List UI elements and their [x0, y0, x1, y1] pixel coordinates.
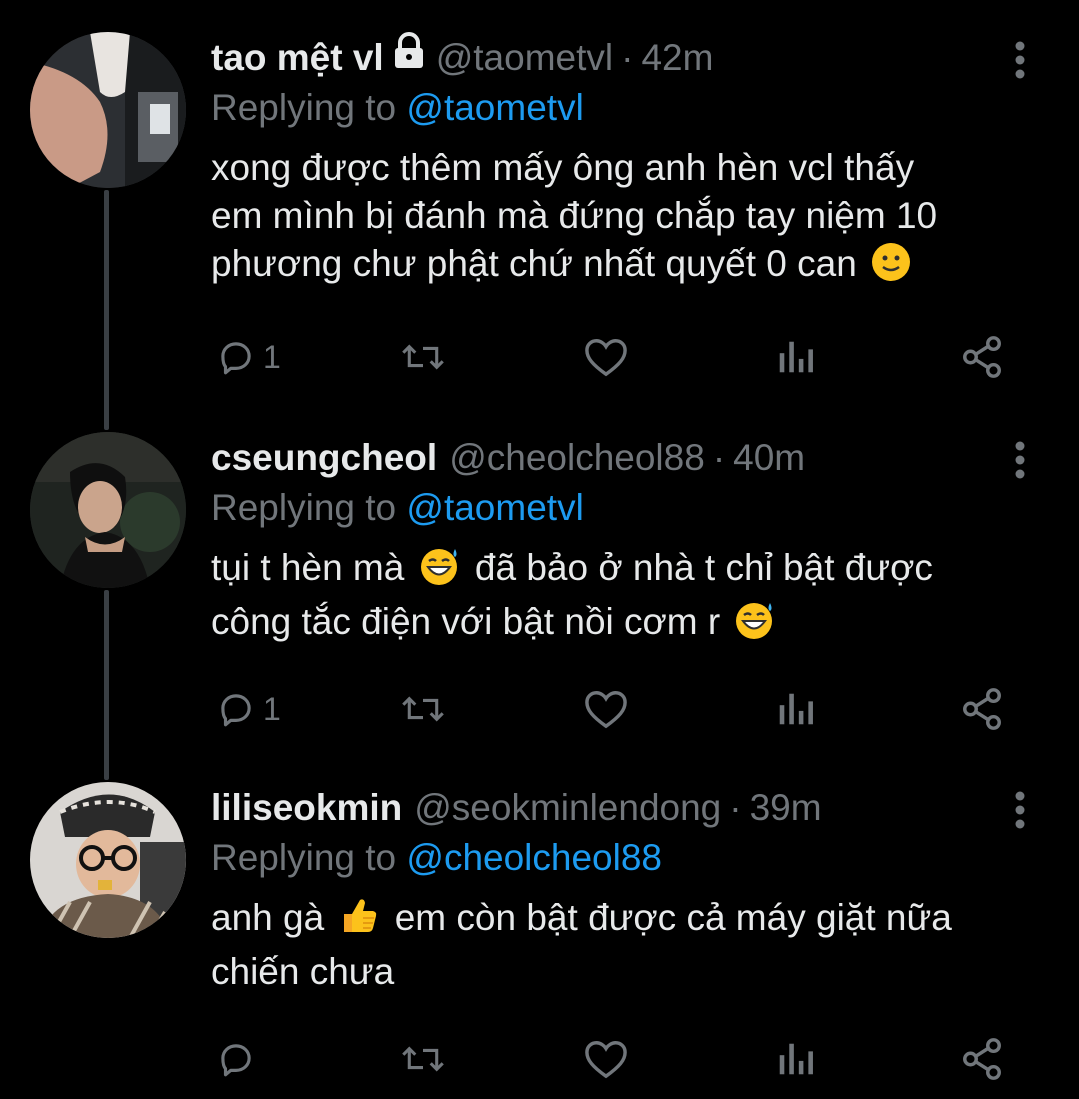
- tweet-text: anh gà em còn bật được cả máy giặt nữa c…: [211, 894, 1019, 996]
- like-icon: [583, 1038, 629, 1080]
- tweet-text-line: công tắc điện với bật nồi cơm r: [211, 601, 721, 642]
- timestamp[interactable]: 39m: [750, 782, 822, 834]
- tweet-text-line: em mình bị đánh mà đứng chắp tay niệm 10: [211, 195, 938, 236]
- tweet-text-line: chiến chưa: [211, 951, 395, 992]
- separator: ·: [712, 437, 726, 478]
- avatar[interactable]: [30, 32, 186, 188]
- reply-button[interactable]: 1: [215, 332, 281, 382]
- like-button[interactable]: [583, 684, 629, 734]
- thumbs-up-emoji: [338, 894, 380, 948]
- grinning-sweat-emoji: [419, 546, 461, 598]
- avatar-photo-arm: [30, 32, 186, 188]
- retweet-icon: [399, 688, 447, 730]
- views-button[interactable]: [775, 684, 815, 734]
- retweet-button[interactable]: [399, 332, 447, 382]
- share-icon: [959, 334, 1005, 380]
- tweet-text-segment: em còn bật được cả máy giặt nữa: [394, 897, 952, 938]
- slightly-smiling-face-emoji: [871, 242, 911, 294]
- reply-count: 1: [263, 690, 281, 727]
- retweet-button[interactable]: [399, 1034, 447, 1084]
- views-icon: [775, 1038, 815, 1080]
- separator: ·: [621, 37, 634, 78]
- more-icon[interactable]: [1005, 440, 1035, 480]
- handle[interactable]: @cheolcheol88: [449, 432, 705, 484]
- share-icon: [959, 686, 1005, 732]
- display-name[interactable]: tao mệt vl: [211, 32, 384, 84]
- separator: ·: [729, 787, 742, 828]
- avatar[interactable]: [30, 782, 186, 938]
- reply-icon: [215, 688, 257, 730]
- avatar[interactable]: [30, 432, 186, 588]
- like-button[interactable]: [583, 332, 629, 382]
- reply-button[interactable]: [215, 1034, 263, 1084]
- like-icon: [583, 688, 629, 730]
- handle[interactable]: @taometvl: [436, 32, 613, 84]
- display-name[interactable]: liliseokmin: [211, 782, 402, 834]
- reply-icon: [215, 1038, 257, 1080]
- retweet-button[interactable]: [399, 684, 447, 734]
- timestamp[interactable]: 40m: [733, 432, 805, 484]
- share-button[interactable]: [959, 684, 1005, 734]
- like-button[interactable]: [583, 1034, 629, 1084]
- views-button[interactable]: [775, 1034, 815, 1084]
- replying-to: Replying to @taometvl: [211, 84, 1019, 132]
- mention-link[interactable]: @taometvl: [406, 87, 583, 128]
- tweet-text-line: phương chư phật chứ nhất quyết 0 can: [211, 243, 857, 284]
- tweet-actions: 1: [211, 332, 1031, 382]
- avatar-photo-man-night: [30, 432, 186, 588]
- views-icon: [775, 688, 815, 730]
- replying-label: Replying to: [211, 487, 397, 528]
- more-icon[interactable]: [1005, 40, 1035, 80]
- share-icon: [959, 1036, 1005, 1082]
- share-button[interactable]: [959, 332, 1005, 382]
- lock-icon: [392, 32, 426, 84]
- tweet-text-segment: anh gà: [211, 897, 325, 938]
- replying-to: Replying to @cheolcheol88: [211, 834, 1019, 882]
- display-name[interactable]: cseungcheol: [211, 432, 437, 484]
- tweet-header: liliseokmin @seokminlendong · 39m: [211, 782, 1019, 834]
- retweet-icon: [399, 336, 447, 378]
- tweet-header: cseungcheol @cheolcheol88 · 40m: [211, 432, 1019, 484]
- tweet-header: tao mệt vl @taometvl · 42m: [211, 32, 1019, 84]
- reply-button[interactable]: 1: [215, 684, 281, 734]
- mention-link[interactable]: @taometvl: [406, 487, 583, 528]
- replying-label: Replying to: [211, 87, 397, 128]
- replying-label: Replying to: [211, 837, 397, 878]
- tweet-text-segment: đã bảo ở nhà t chỉ bật được: [474, 547, 933, 588]
- avatar-photo-glasses-hat: [30, 782, 186, 938]
- tweet-actions: 1: [211, 684, 1031, 734]
- reply-icon: [215, 336, 257, 378]
- views-button[interactable]: [775, 332, 815, 382]
- mention-link[interactable]: @cheolcheol88: [406, 837, 662, 878]
- replying-to: Replying to @taometvl: [211, 484, 1019, 532]
- views-icon: [775, 336, 815, 378]
- grinning-sweat-emoji: [734, 600, 776, 652]
- reply-count: 1: [263, 338, 281, 375]
- handle[interactable]: @seokminlendong: [414, 782, 721, 834]
- tweet-actions: [211, 1034, 1031, 1084]
- tweet-text: xong được thêm mấy ông anh hèn vcl thấy …: [211, 144, 1019, 294]
- tweet[interactable]: liliseokmin @seokminlendong · 39m Replyi…: [0, 782, 1079, 1042]
- share-button[interactable]: [959, 1034, 1005, 1084]
- like-icon: [583, 336, 629, 378]
- tweet-text-line: xong được thêm mấy ông anh hèn vcl thấy: [211, 147, 915, 188]
- retweet-icon: [399, 1038, 447, 1080]
- tweet-text: tụi t hèn mà đã bảo ở nhà t chỉ bật được…: [211, 544, 1019, 652]
- tweet-text-segment: tụi t hèn mà: [211, 547, 405, 588]
- more-icon[interactable]: [1005, 790, 1035, 830]
- timestamp[interactable]: 42m: [641, 32, 713, 84]
